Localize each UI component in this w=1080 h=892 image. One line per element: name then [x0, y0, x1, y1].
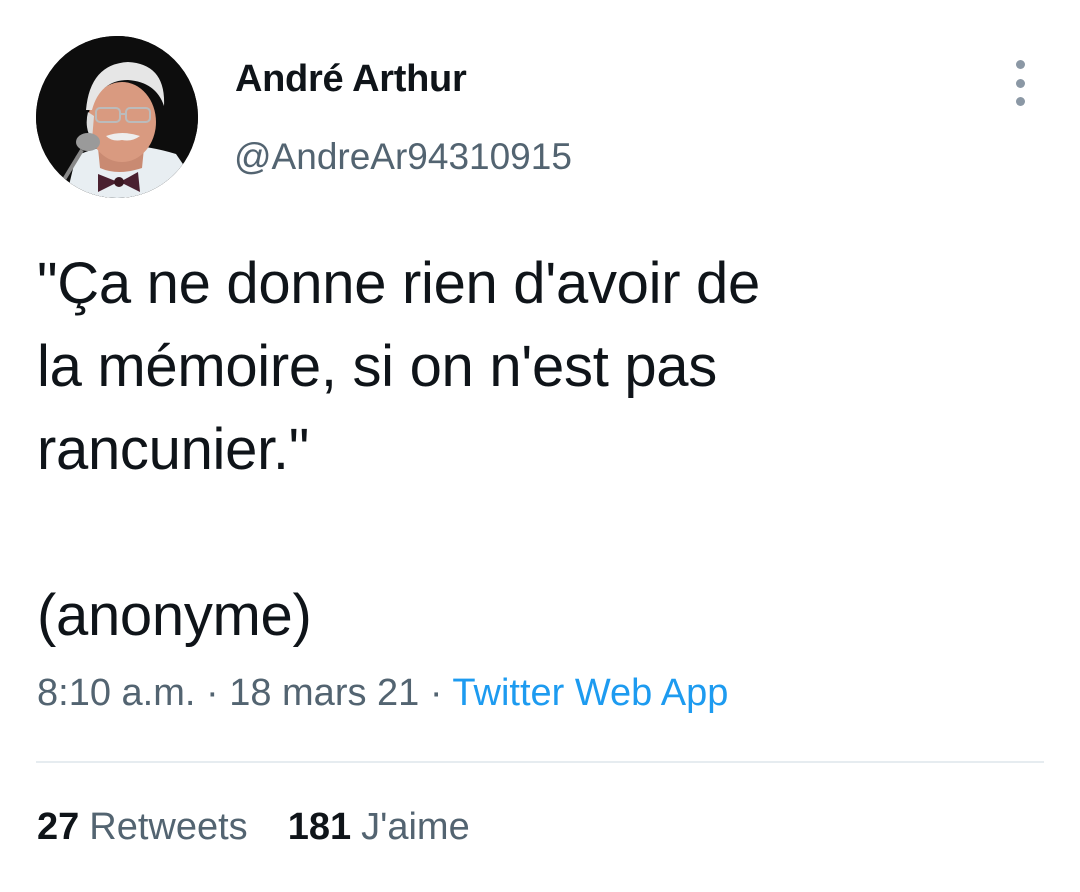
tweet-text: "Ça ne donne rien d'avoir de la mémoire,… [37, 251, 760, 648]
more-dot [1015, 97, 1025, 106]
tweet: André Arthur @AndreAr94310915 "Ça ne don… [0, 0, 1080, 892]
display-name[interactable]: André Arthur [235, 58, 467, 101]
tweet-source-link[interactable]: Twitter Web App [452, 672, 728, 714]
meta-separator: · [195, 672, 230, 714]
divider [36, 761, 1044, 763]
handle[interactable]: @AndreAr94310915 [234, 136, 572, 178]
more-vertical-icon[interactable] [1000, 60, 1040, 106]
retweets-stat[interactable]: 27 Retweets [37, 806, 248, 849]
avatar-photo [36, 36, 198, 198]
tweet-stats: 27 Retweets 181 J'aime [37, 806, 470, 849]
tweet-time[interactable]: 8:10 a.m. [37, 672, 195, 714]
retweets-count: 27 [37, 806, 80, 848]
retweets-label: Retweets [89, 806, 248, 848]
avatar[interactable] [36, 36, 198, 198]
more-dot [1015, 78, 1025, 88]
likes-stat[interactable]: 181 J'aime [288, 806, 470, 849]
meta-separator: · [419, 672, 453, 714]
more-dot [1015, 60, 1025, 69]
likes-count: 181 [287, 806, 352, 848]
likes-label: J'aime [361, 806, 470, 848]
tweet-meta: 8:10 a.m. · 18 mars 21 · Twitter Web App [37, 672, 728, 715]
tweet-date[interactable]: 18 mars 21 [229, 672, 419, 714]
